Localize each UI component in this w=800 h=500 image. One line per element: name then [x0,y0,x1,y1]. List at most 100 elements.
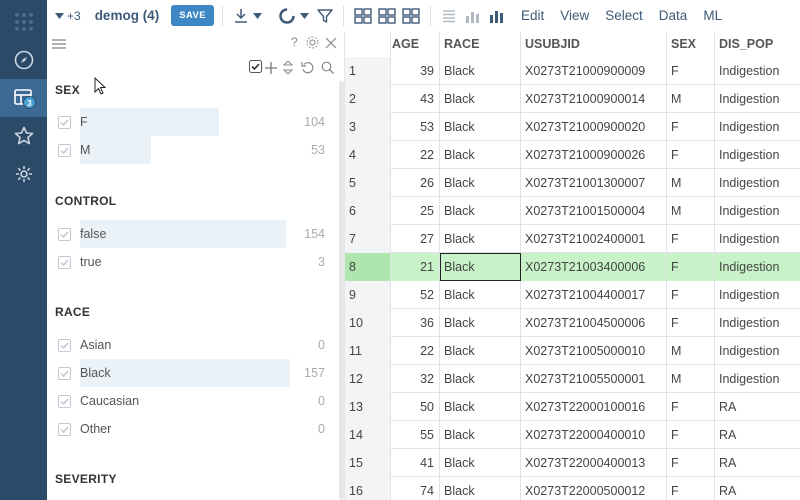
usubjid-header[interactable]: USUBJID [521,31,667,57]
download-dropdown-icon[interactable] [252,12,262,19]
row-number[interactable]: 6 [345,197,391,225]
sex-cell[interactable]: F [667,141,715,169]
menu-ml[interactable]: ML [703,8,722,23]
histogram-icon[interactable] [465,8,481,24]
table-row[interactable]: 6 25 Black X0273T21001500004 M Indigestion [345,197,800,225]
sex-cell[interactable]: F [667,225,715,253]
bar-chart-icon[interactable] [489,8,505,24]
usubjid-cell[interactable]: X0273T21004500006 [521,309,667,337]
usubjid-cell[interactable]: X0273T21001500004 [521,197,667,225]
sex-cell[interactable]: F [667,421,715,449]
sex-cell[interactable]: F [667,253,715,281]
row-number[interactable]: 13 [345,393,391,421]
row-number[interactable]: 1 [345,57,391,85]
dis-pop-cell[interactable]: Indigestion [715,365,800,393]
sex-cell[interactable]: F [667,449,715,477]
dis-pop-cell[interactable]: Indigestion [715,141,800,169]
race-cell[interactable]: Black [440,281,521,309]
usubjid-cell[interactable]: X0273T21000900026 [521,141,667,169]
compass-icon[interactable] [0,41,47,79]
sync-dropdown-icon[interactable] [299,12,309,19]
dis-pop-cell[interactable]: Indigestion [715,337,800,365]
sync-icon[interactable] [278,7,296,25]
hamburger-menu-icon[interactable] [52,37,66,55]
sex-cell[interactable]: M [667,197,715,225]
usubjid-cell[interactable]: X0273T22000400010 [521,421,667,449]
usubjid-cell[interactable]: X0273T21000900020 [521,113,667,141]
dis-pop-cell[interactable]: Indigestion [715,197,800,225]
age-cell[interactable]: 22 [391,337,440,365]
race-cell[interactable]: Black [440,421,521,449]
filter-item-checkbox[interactable] [58,228,71,241]
row-number[interactable]: 2 [345,85,391,113]
table-title[interactable]: demog (4) [95,8,160,23]
sex-header[interactable]: SEX [667,31,715,57]
filter-item[interactable]: Caucasian 0 [55,387,335,415]
race-cell[interactable]: Black [440,225,521,253]
row-number[interactable]: 15 [345,449,391,477]
age-cell[interactable]: 55 [391,421,440,449]
dis-pop-cell[interactable]: Indigestion [715,225,800,253]
row-number[interactable]: 3 [345,113,391,141]
app-logo-icon[interactable] [0,3,47,41]
filter-item-checkbox[interactable] [58,423,71,436]
table-row[interactable]: 7 27 Black X0273T21002400001 F Indigestion [345,225,800,253]
race-cell[interactable]: Black [440,113,521,141]
dis-pop-cell[interactable]: RA [715,477,800,500]
filter-scrollbar[interactable] [339,81,344,500]
filter-item[interactable]: Other 0 [55,415,335,443]
sex-cell[interactable]: M [667,365,715,393]
race-cell[interactable]: Black [440,337,521,365]
race-cell[interactable]: Black [440,477,521,500]
filter-icon[interactable] [317,8,333,24]
select-all-checkbox[interactable] [249,60,262,78]
filter-item-checkbox[interactable] [58,367,71,380]
menu-edit[interactable]: Edit [521,8,544,23]
race-header[interactable]: RACE [440,31,521,57]
sex-cell[interactable]: F [667,57,715,85]
race-cell[interactable]: Black [440,253,521,281]
menu-data[interactable]: Data [659,8,688,23]
usubjid-cell[interactable]: X0273T22000100016 [521,393,667,421]
dis-pop-cell[interactable]: Indigestion [715,57,800,85]
filter-item-checkbox[interactable] [58,144,71,157]
race-cell[interactable]: Black [440,197,521,225]
race-cell[interactable]: Black [440,57,521,85]
menu-select[interactable]: Select [605,8,643,23]
race-cell[interactable]: Black [440,85,521,113]
filter-item[interactable]: F 104 [55,108,335,136]
usubjid-cell[interactable]: X0273T21004400017 [521,281,667,309]
age-cell[interactable]: 27 [391,225,440,253]
dis-pop-cell[interactable]: Indigestion [715,253,800,281]
age-cell[interactable]: 53 [391,113,440,141]
dis-pop-cell[interactable]: Indigestion [715,85,800,113]
age-cell[interactable]: 52 [391,281,440,309]
close-icon[interactable] [325,36,337,54]
expand-tables-button[interactable]: +3 [55,9,81,23]
usubjid-cell[interactable]: X0273T21005000010 [521,337,667,365]
help-icon[interactable]: ? [291,35,298,49]
usubjid-cell[interactable]: X0273T21002400001 [521,225,667,253]
usubjid-cell[interactable]: X0273T21000900014 [521,85,667,113]
dis-pop-cell[interactable]: RA [715,393,800,421]
dis-pop-cell[interactable]: Indigestion [715,169,800,197]
row-number[interactable]: 10 [345,309,391,337]
age-header[interactable]: AGE [391,31,440,57]
usubjid-cell[interactable]: X0273T21005500001 [521,365,667,393]
filter-item-checkbox[interactable] [58,256,71,269]
age-cell[interactable]: 39 [391,57,440,85]
filter-item[interactable]: Black 157 [55,359,335,387]
age-cell[interactable]: 36 [391,309,440,337]
race-cell[interactable]: Black [440,393,521,421]
table-row[interactable]: 5 26 Black X0273T21001300007 M Indigestion [345,169,800,197]
row-number[interactable]: 7 [345,225,391,253]
table-row[interactable]: 1 39 Black X0273T21000900009 F Indigestion [345,57,800,85]
dis-pop-header[interactable]: DIS_POP [715,31,800,57]
age-cell[interactable]: 74 [391,477,440,500]
sex-cell[interactable]: F [667,281,715,309]
age-cell[interactable]: 22 [391,141,440,169]
table-row[interactable]: 8 21 Black X0273T21003400006 F Indigestion [345,253,800,281]
settings-icon[interactable] [0,155,47,193]
age-cell[interactable]: 50 [391,393,440,421]
age-cell[interactable]: 26 [391,169,440,197]
